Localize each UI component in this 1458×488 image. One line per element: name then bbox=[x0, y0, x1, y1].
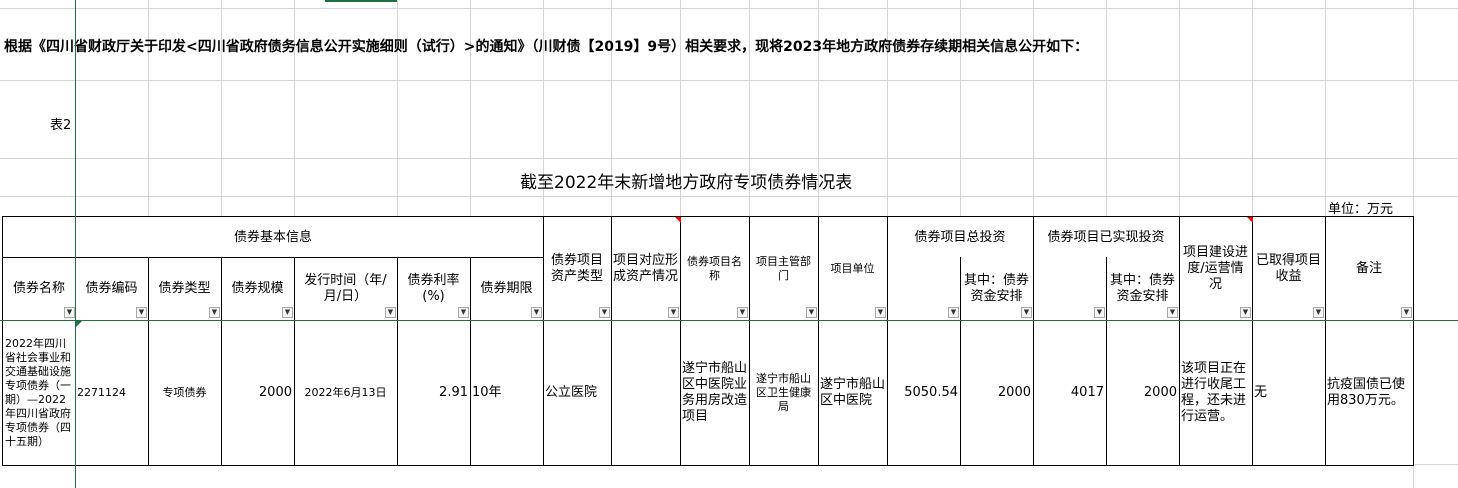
cell-bond-type[interactable]: 专项债券 bbox=[148, 320, 222, 466]
filter-dropdown-icon[interactable]: ▼ bbox=[385, 307, 396, 318]
filter-dropdown-icon[interactable]: ▼ bbox=[737, 307, 748, 318]
header-asset-formed[interactable]: 项目对应形成资产情况 bbox=[611, 216, 681, 321]
cell-project-name[interactable]: 遂宁市船山区中医院业务用房改造项目 bbox=[680, 320, 750, 466]
header-project-unit[interactable]: 项目单位 bbox=[818, 216, 888, 321]
cell-realized-bond-part[interactable]: 2000 bbox=[1106, 320, 1180, 466]
cell-bond-scale[interactable]: 2000 bbox=[221, 320, 295, 466]
selection-indicator bbox=[325, 0, 397, 2]
filter-dropdown-icon[interactable]: ▼ bbox=[1021, 307, 1032, 318]
filter-dropdown-icon[interactable]: ▼ bbox=[599, 307, 610, 318]
filter-dropdown-icon[interactable]: ▼ bbox=[1094, 307, 1105, 318]
cell-interest-rate[interactable]: 2.91 bbox=[397, 320, 471, 466]
filter-dropdown-icon[interactable]: ▼ bbox=[1240, 307, 1251, 318]
group-basic-info[interactable]: 债券基本信息 bbox=[2, 216, 544, 258]
cell-realized-investment[interactable]: 4017 bbox=[1033, 320, 1107, 466]
header-authority[interactable]: 项目主管部门 bbox=[749, 216, 819, 321]
filter-dropdown-icon[interactable]: ▼ bbox=[668, 307, 679, 318]
freeze-pane-vertical bbox=[75, 0, 76, 488]
header-progress[interactable]: 项目建设进度/运营情况 bbox=[1179, 216, 1253, 321]
header-project-name[interactable]: 债券项目名称 bbox=[680, 216, 750, 321]
header-project-income[interactable]: 已取得项目收益 bbox=[1252, 216, 1326, 321]
error-indicator-icon[interactable] bbox=[76, 321, 82, 327]
filter-dropdown-icon[interactable]: ▼ bbox=[458, 307, 469, 318]
filter-dropdown-icon[interactable]: ▼ bbox=[136, 307, 147, 318]
cell-bond-code[interactable]: 2271124 bbox=[75, 320, 149, 466]
table-title: 截至2022年末新增地方政府专项债券情况表 bbox=[520, 173, 853, 193]
cell-remark[interactable]: 抗疫国债已使用830万元。 bbox=[1325, 320, 1414, 466]
filter-dropdown-icon[interactable]: ▼ bbox=[64, 307, 75, 318]
cell-project-unit[interactable]: 遂宁市船山区中医院 bbox=[818, 320, 888, 466]
group-total-investment[interactable]: 债券项目总投资 bbox=[887, 216, 1034, 258]
cell-asset-type[interactable]: 公立医院 bbox=[543, 320, 612, 466]
group-realized-investment[interactable]: 债券项目已实现投资 bbox=[1033, 216, 1180, 258]
unit-label: 单位：万元 bbox=[1328, 202, 1394, 217]
cell-total-investment[interactable]: 5050.54 bbox=[887, 320, 961, 466]
cell-bond-name[interactable]: 2022年四川省社会事业和交通基础设施专项债券（一期）—2022年四川省政府专项… bbox=[2, 320, 76, 466]
cell-authority[interactable]: 遂宁市船山区卫生健康局 bbox=[749, 320, 819, 466]
cell-asset-formed[interactable] bbox=[611, 320, 681, 466]
cell-total-bond-part[interactable]: 2000 bbox=[960, 320, 1034, 466]
filter-dropdown-icon[interactable]: ▼ bbox=[806, 307, 817, 318]
cell-bond-term[interactable]: 10年 bbox=[470, 320, 544, 466]
cell-project-income[interactable]: 无 bbox=[1252, 320, 1326, 466]
comment-indicator-icon[interactable] bbox=[675, 217, 681, 223]
filter-dropdown-icon[interactable]: ▼ bbox=[1313, 307, 1324, 318]
cell-issue-date[interactable]: 2022年6月13日 bbox=[294, 320, 398, 466]
filter-dropdown-icon[interactable]: ▼ bbox=[1401, 307, 1412, 318]
header-asset-type[interactable]: 债券项目资产类型 bbox=[543, 216, 612, 321]
intro-paragraph: 根据《四川省财政厅关于印发<四川省政府债务信息公开实施细则（试行）>的通知》（川… bbox=[4, 39, 1089, 55]
freeze-pane-horizontal bbox=[0, 320, 1458, 321]
header-remark[interactable]: 备注 bbox=[1325, 216, 1414, 321]
cell-progress[interactable]: 该项目正在进行收尾工程，还未进行运营。 bbox=[1179, 320, 1253, 466]
filter-dropdown-icon[interactable]: ▼ bbox=[948, 307, 959, 318]
filter-dropdown-icon[interactable]: ▼ bbox=[531, 307, 542, 318]
filter-dropdown-icon[interactable]: ▼ bbox=[875, 307, 886, 318]
comment-indicator-icon[interactable] bbox=[1247, 217, 1253, 223]
filter-dropdown-icon[interactable]: ▼ bbox=[209, 307, 220, 318]
filter-dropdown-icon[interactable]: ▼ bbox=[1167, 307, 1178, 318]
filter-dropdown-icon[interactable]: ▼ bbox=[282, 307, 293, 318]
table-number: 表2 bbox=[50, 118, 72, 133]
header-issue-date[interactable]: 发行时间（年/月/日） bbox=[294, 257, 398, 321]
